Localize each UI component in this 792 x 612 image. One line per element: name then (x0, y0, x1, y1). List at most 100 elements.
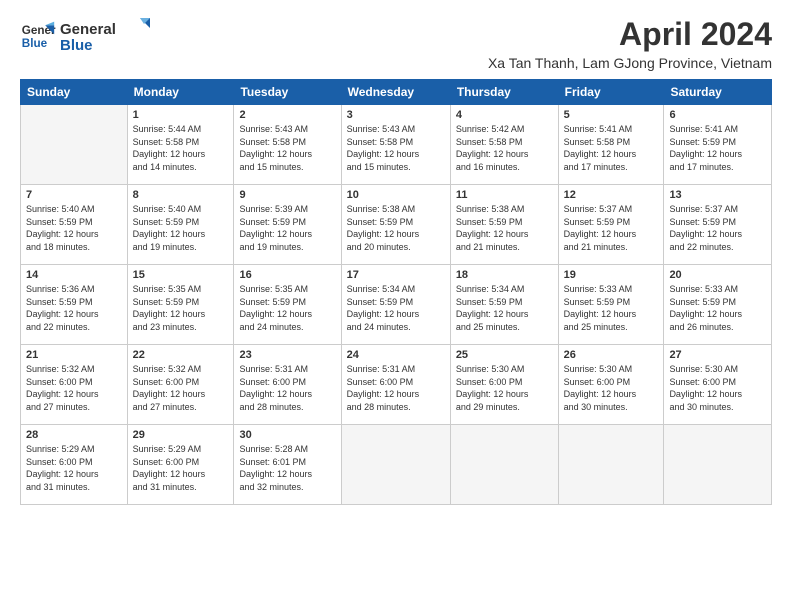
day-cell: 6 Sunrise: 5:41 AM Sunset: 5:59 PM Daylig… (664, 105, 772, 185)
day-cell: 1 Sunrise: 5:44 AM Sunset: 5:58 PM Daylig… (127, 105, 234, 185)
day-number: 7 (26, 189, 122, 201)
day-cell (450, 425, 558, 505)
day-number: 27 (669, 349, 766, 361)
day-cell: 15 Sunrise: 5:35 AM Sunset: 5:59 PM Dayli… (127, 265, 234, 345)
day-cell: 20 Sunrise: 5:33 AM Sunset: 5:59 PM Dayli… (664, 265, 772, 345)
header-cell-saturday: Saturday (664, 80, 772, 105)
day-number: 24 (347, 349, 445, 361)
day-number: 17 (347, 269, 445, 281)
day-number: 29 (133, 429, 229, 441)
day-cell: 19 Sunrise: 5:33 AM Sunset: 5:59 PM Dayli… (558, 265, 664, 345)
header-cell-friday: Friday (558, 80, 664, 105)
day-number: 6 (669, 109, 766, 121)
day-number: 23 (239, 349, 335, 361)
day-cell: 26Sunrise: 5:30 AM Sunset: 6:00 PM Dayli… (558, 345, 664, 425)
calendar-table: SundayMondayTuesdayWednesdayThursdayFrid… (20, 79, 772, 505)
main-title: April 2024 (488, 16, 772, 53)
day-number: 11 (456, 189, 553, 201)
calendar-body: 1 Sunrise: 5:44 AM Sunset: 5:58 PM Daylig… (21, 105, 772, 505)
day-info: Sunrise: 5:31 AM Sunset: 6:00 PM Dayligh… (239, 363, 335, 413)
day-cell: 21 Sunrise: 5:32 AM Sunset: 6:00 PM Dayli… (21, 345, 128, 425)
day-number: 28 (26, 429, 122, 441)
day-number: 22 (133, 349, 229, 361)
day-info: Sunrise: 5:41 AM Sunset: 5:58 PM Dayligh… (564, 123, 659, 173)
day-info: Sunrise: 5:35 AM Sunset: 5:59 PM Dayligh… (133, 283, 229, 333)
svg-text:Blue: Blue (22, 37, 48, 50)
day-number: 25 (456, 349, 553, 361)
day-info: Sunrise: 5:39 AM Sunset: 5:59 PM Dayligh… (239, 203, 335, 253)
day-cell: 2Sunrise: 5:43 AM Sunset: 5:58 PM Daylig… (234, 105, 341, 185)
day-info: Sunrise: 5:30 AM Sunset: 6:00 PM Dayligh… (456, 363, 553, 413)
day-info: Sunrise: 5:41 AM Sunset: 5:59 PM Dayligh… (669, 123, 766, 173)
header-cell-sunday: Sunday (21, 80, 128, 105)
day-info: Sunrise: 5:32 AM Sunset: 6:00 PM Dayligh… (133, 363, 229, 413)
day-number: 5 (564, 109, 659, 121)
week-row-1: 1 Sunrise: 5:44 AM Sunset: 5:58 PM Daylig… (21, 105, 772, 185)
day-number: 13 (669, 189, 766, 201)
day-info: Sunrise: 5:34 AM Sunset: 5:59 PM Dayligh… (456, 283, 553, 333)
day-info: Sunrise: 5:42 AM Sunset: 5:58 PM Dayligh… (456, 123, 553, 173)
day-info: Sunrise: 5:38 AM Sunset: 5:59 PM Dayligh… (347, 203, 445, 253)
day-cell: 14 Sunrise: 5:36 AM Sunset: 5:59 PM Dayli… (21, 265, 128, 345)
header-cell-tuesday: Tuesday (234, 80, 341, 105)
title-block: April 2024 Xa Tan Thanh, Lam GJong Provi… (488, 16, 772, 71)
day-cell: 29 Sunrise: 5:29 AM Sunset: 6:00 PM Dayli… (127, 425, 234, 505)
day-info: Sunrise: 5:34 AM Sunset: 5:59 PM Dayligh… (347, 283, 445, 333)
day-info: Sunrise: 5:33 AM Sunset: 5:59 PM Dayligh… (564, 283, 659, 333)
day-number: 30 (239, 429, 335, 441)
day-number: 15 (133, 269, 229, 281)
day-cell (21, 105, 128, 185)
day-info: Sunrise: 5:37 AM Sunset: 5:59 PM Dayligh… (564, 203, 659, 253)
day-cell: 23 Sunrise: 5:31 AM Sunset: 6:00 PM Dayli… (234, 345, 341, 425)
svg-text:General: General (60, 21, 116, 38)
svg-text:Blue: Blue (60, 37, 93, 54)
day-info: Sunrise: 5:29 AM Sunset: 6:00 PM Dayligh… (133, 443, 229, 493)
day-cell: 28Sunrise: 5:29 AM Sunset: 6:00 PM Dayli… (21, 425, 128, 505)
day-number: 4 (456, 109, 553, 121)
subtitle: Xa Tan Thanh, Lam GJong Province, Vietna… (488, 55, 772, 71)
week-row-5: 28 Sunrise: 5:29 AM Sunset: 6:00 PM Dayli… (21, 425, 772, 505)
day-number: 3 (347, 109, 445, 121)
day-cell: 27 Sunrise: 5:30 AM Sunset: 6:00 PM Dayli… (664, 345, 772, 425)
day-number: 16 (239, 269, 335, 281)
day-number: 1 (133, 109, 229, 121)
day-number: 18 (456, 269, 553, 281)
day-info: Sunrise: 5:30 AM Sunset: 6:00 PM Dayligh… (669, 363, 766, 413)
day-number: 10 (347, 189, 445, 201)
week-row-2: 7 Sunrise: 5:40 AM Sunset: 5:59 PM Daylig… (21, 185, 772, 265)
day-info: Sunrise: 5:30 AM Sunset: 6:00 PM Dayligh… (564, 363, 659, 413)
day-info: Sunrise: 5:40 AM Sunset: 5:59 PM Dayligh… (26, 203, 122, 253)
day-cell: 16 Sunrise: 5:35 AM Sunset: 5:59 PM Dayli… (234, 265, 341, 345)
day-cell: 12Sunrise: 5:37 AM Sunset: 5:59 PM Dayli… (558, 185, 664, 265)
day-number: 14 (26, 269, 122, 281)
day-cell: 7 Sunrise: 5:40 AM Sunset: 5:59 PM Daylig… (21, 185, 128, 265)
header-cell-thursday: Thursday (450, 80, 558, 105)
day-info: Sunrise: 5:31 AM Sunset: 6:00 PM Dayligh… (347, 363, 445, 413)
day-number: 9 (239, 189, 335, 201)
day-cell: 22 Sunrise: 5:32 AM Sunset: 6:00 PM Dayli… (127, 345, 234, 425)
calendar-header: SundayMondayTuesdayWednesdayThursdayFrid… (21, 80, 772, 105)
day-cell: 5 Sunrise: 5:41 AM Sunset: 5:58 PM Daylig… (558, 105, 664, 185)
day-info: Sunrise: 5:33 AM Sunset: 5:59 PM Dayligh… (669, 283, 766, 333)
day-number: 20 (669, 269, 766, 281)
day-info: Sunrise: 5:32 AM Sunset: 6:00 PM Dayligh… (26, 363, 122, 413)
day-cell: 18 Sunrise: 5:34 AM Sunset: 5:59 PM Dayli… (450, 265, 558, 345)
logo-icon: General Blue (20, 18, 56, 54)
day-info: Sunrise: 5:44 AM Sunset: 5:58 PM Dayligh… (133, 123, 229, 173)
day-number: 21 (26, 349, 122, 361)
day-cell: 13Sunrise: 5:37 AM Sunset: 5:59 PM Dayli… (664, 185, 772, 265)
day-cell: 8Sunrise: 5:40 AM Sunset: 5:59 PM Daylig… (127, 185, 234, 265)
page: General Blue General Blue General Blue A… (0, 0, 792, 515)
day-cell: 11Sunrise: 5:38 AM Sunset: 5:59 PM Dayli… (450, 185, 558, 265)
header-cell-wednesday: Wednesday (341, 80, 450, 105)
day-info: Sunrise: 5:36 AM Sunset: 5:59 PM Dayligh… (26, 283, 122, 333)
day-number: 2 (239, 109, 335, 121)
day-cell: 17 Sunrise: 5:34 AM Sunset: 5:59 PM Dayli… (341, 265, 450, 345)
day-cell: 9 Sunrise: 5:39 AM Sunset: 5:59 PM Daylig… (234, 185, 341, 265)
day-cell (558, 425, 664, 505)
day-number: 19 (564, 269, 659, 281)
day-info: Sunrise: 5:28 AM Sunset: 6:01 PM Dayligh… (239, 443, 335, 493)
header: General Blue General Blue General Blue A… (20, 16, 772, 71)
day-cell (341, 425, 450, 505)
day-info: Sunrise: 5:35 AM Sunset: 5:59 PM Dayligh… (239, 283, 335, 333)
